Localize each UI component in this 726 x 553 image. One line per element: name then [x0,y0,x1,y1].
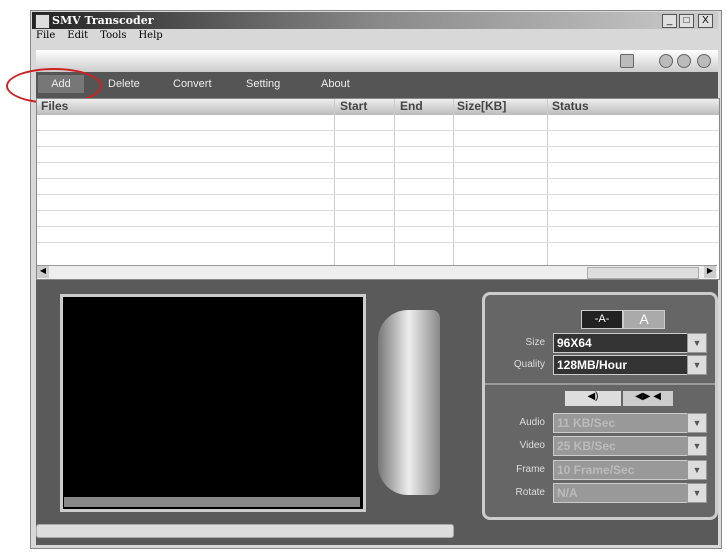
pin-icon[interactable] [620,54,634,68]
font-button-small[interactable]: -A- [581,310,623,329]
scroll-thumb[interactable] [587,267,699,279]
horizontal-scrollbar[interactable]: ◀ ▶ [37,265,717,279]
video-select[interactable]: 25 KB/Sec ▼ [553,436,707,456]
skin-close-icon[interactable] [697,54,711,68]
title-bar: SMV Transcoder _ □ X [32,12,718,29]
col-divider [547,99,548,265]
col-status[interactable]: Status [552,99,589,113]
quality-select[interactable]: 128MB/Hour ▼ [553,355,707,375]
size-label: Size [525,337,545,348]
audio-select[interactable]: 11 KB/Sec ▼ [553,413,707,433]
col-divider [334,99,335,265]
rotate-select[interactable]: N/A ▼ [553,483,707,503]
skin-minimize-icon[interactable] [659,54,673,68]
menu-file[interactable]: File [36,30,55,41]
frame-select[interactable]: 10 Frame/Sec ▼ [553,460,707,480]
table-row [37,226,719,227]
menu-tools[interactable]: Tools [100,30,126,41]
progress-bar [36,524,454,538]
chevron-down-icon[interactable]: ▼ [687,333,707,353]
menu-bar: File Edit Tools Help [36,30,175,41]
table-row [37,242,719,243]
table-row [37,210,719,211]
table-row [37,194,719,195]
table-header: Files Start End Size[KB] Status [37,99,719,115]
window-title: SMV Transcoder [52,14,154,27]
col-divider [394,99,395,265]
table-row [37,178,719,179]
video-seek-bar[interactable] [64,497,360,507]
chevron-down-icon[interactable]: ▼ [687,436,707,456]
stereo-speaker-icon[interactable]: ◀▶ ◀ [623,391,673,406]
table-row [37,130,719,131]
divider [485,383,715,385]
table-row [37,146,719,147]
audio-label: Audio [519,417,545,428]
col-files[interactable]: Files [41,99,68,113]
col-end[interactable]: End [400,99,423,113]
chevron-down-icon[interactable]: ▼ [687,460,707,480]
skin-maximize-icon[interactable] [677,54,691,68]
col-start[interactable]: Start [340,99,367,113]
decorative-curve [378,310,440,495]
scroll-left-icon[interactable]: ◀ [37,266,49,278]
close-button[interactable]: X [698,14,713,28]
col-size[interactable]: Size[KB] [457,99,506,113]
file-table[interactable]: Files Start End Size[KB] Status ◀ ▶ [36,98,720,280]
table-row [37,162,719,163]
app-icon [35,14,50,29]
col-divider [453,99,454,265]
frame-label: Frame [516,464,545,475]
video-preview [60,294,366,512]
settings-panel: -A- A Size 96X64 ▼ Quality 128MB/Hour ▼ ◀)… [482,292,718,520]
quality-label: Quality [513,359,545,370]
skin-header [36,50,718,72]
convert-button[interactable]: Convert [173,78,212,90]
menu-edit[interactable]: Edit [67,30,88,41]
chevron-down-icon[interactable]: ▼ [687,355,707,375]
toolbar: Add Delete Convert Setting About [36,72,718,98]
speaker-icon[interactable]: ◀) [565,391,621,406]
setting-button[interactable]: Setting [246,78,280,90]
size-select[interactable]: 96X64 ▼ [553,333,707,353]
about-button[interactable]: About [321,78,350,90]
maximize-button[interactable]: □ [679,14,694,28]
scroll-right-icon[interactable]: ▶ [704,266,716,278]
chevron-down-icon[interactable]: ▼ [687,413,707,433]
minimize-button[interactable]: _ [662,14,677,28]
rotate-label: Rotate [515,487,545,498]
chevron-down-icon[interactable]: ▼ [687,483,707,503]
video-label: Video [519,440,545,451]
font-button-large[interactable]: A [623,310,665,329]
menu-help[interactable]: Help [138,30,162,41]
preview-panel: -A- A Size 96X64 ▼ Quality 128MB/Hour ▼ ◀)… [36,280,718,545]
delete-button[interactable]: Delete [108,78,140,90]
